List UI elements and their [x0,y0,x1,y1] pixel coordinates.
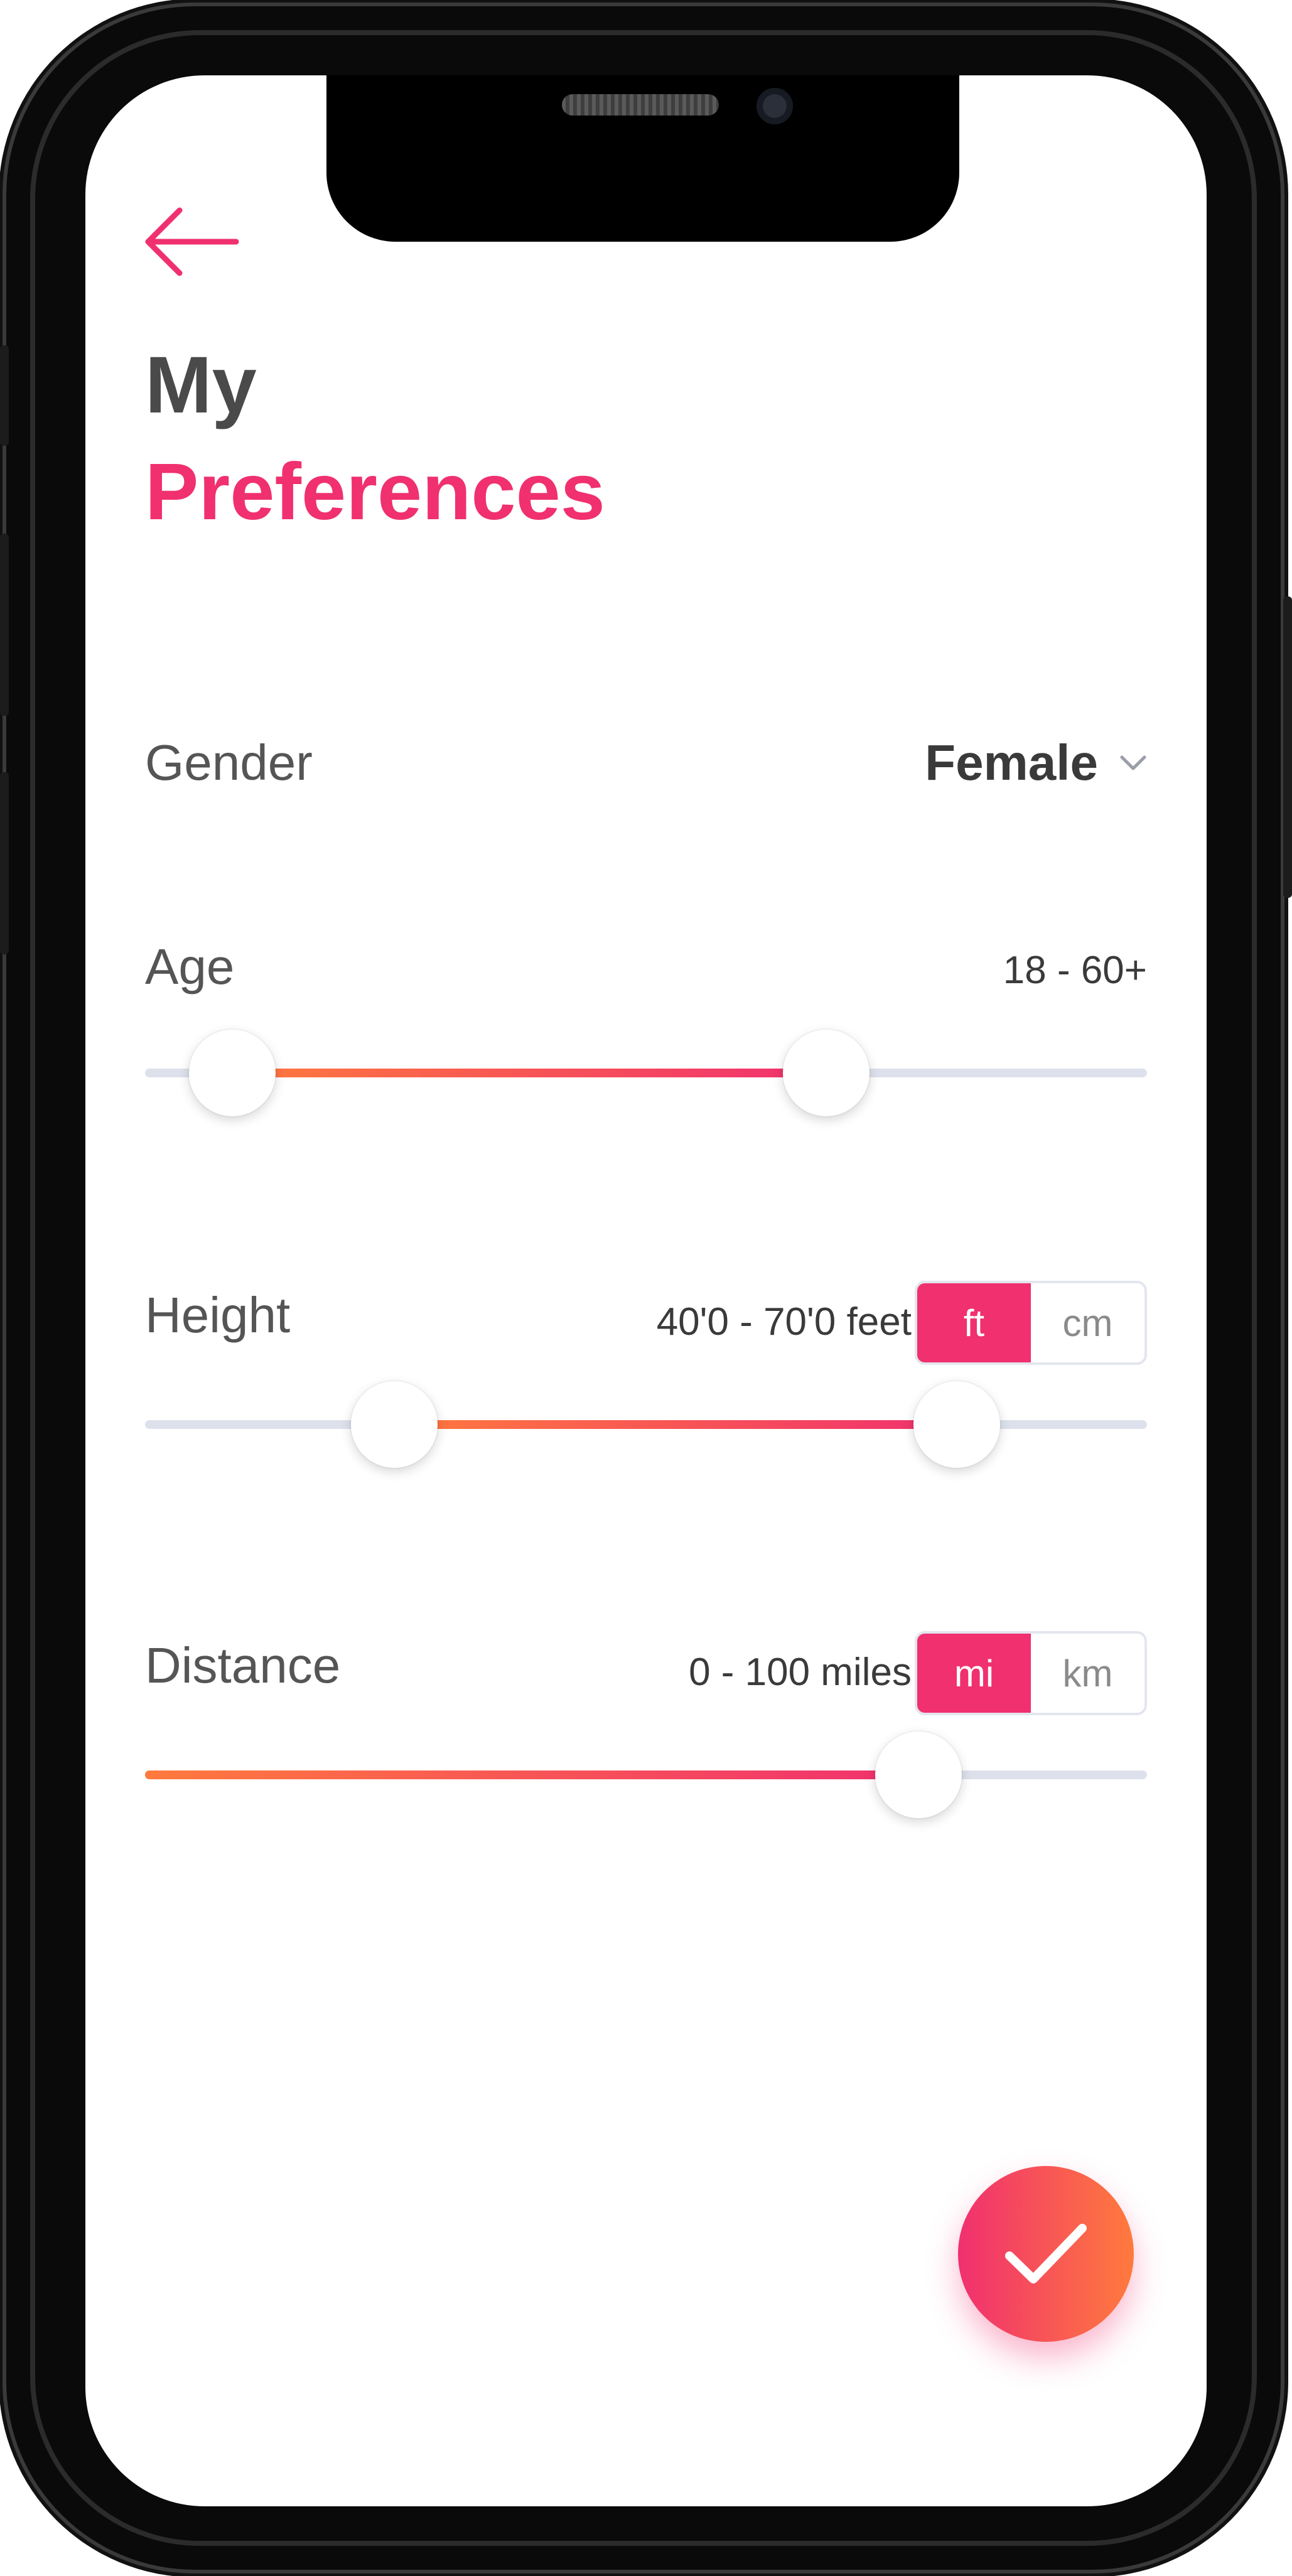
height-range-slider[interactable] [145,1381,1147,1469]
gender-label: Gender [145,735,313,790]
check-icon [1005,2224,1087,2283]
height-max-thumb[interactable] [913,1381,1000,1468]
phone-screen: My Preferences Gender Female Age 18 - 60… [85,75,1207,2506]
age-range-slider[interactable] [145,1030,1147,1118]
age-label: Age [145,939,235,994]
gender-dropdown[interactable]: Female [925,728,1147,797]
notch [326,75,959,242]
age-max-thumb[interactable] [783,1030,870,1116]
volume-down-button [0,534,9,716]
front-camera [756,88,793,124]
distance-unit-km[interactable]: km [1031,1634,1144,1713]
back-button[interactable] [142,201,242,283]
volume-up-button [0,345,9,446]
distance-thumb[interactable] [875,1732,962,1818]
age-slider-fill [232,1069,827,1077]
distance-unit-mi[interactable]: mi [917,1634,1031,1713]
distance-slider-fill [145,1770,919,1779]
height-unit-cm[interactable]: cm [1031,1283,1144,1362]
page-title-line2: Preferences [145,447,605,537]
distance-label: Distance [145,1637,341,1693]
gender-value: Female [925,735,1098,790]
height-slider-fill [394,1420,957,1429]
age-min-thumb[interactable] [188,1030,276,1116]
height-label: Height [145,1287,291,1343]
page-title-line1: My [145,340,257,430]
height-min-thumb[interactable] [351,1381,438,1468]
age-range-value: 18 - 60+ [1003,949,1147,992]
height-range-value: 40'0 - 70'0 feet [656,1300,912,1344]
arrow-left-icon [145,207,239,276]
mute-switch [0,772,9,954]
speaker-grille [562,94,719,116]
distance-slider[interactable] [145,1732,1147,1819]
height-unit-toggle[interactable]: ft cm [915,1281,1147,1365]
power-button [1283,596,1292,898]
chevron-down-icon [1120,755,1146,770]
distance-unit-toggle[interactable]: mi km [915,1631,1147,1715]
height-unit-ft[interactable]: ft [917,1283,1031,1362]
distance-range-value: 0 - 100 miles [689,1651,912,1694]
confirm-button[interactable] [958,2166,1134,2342]
